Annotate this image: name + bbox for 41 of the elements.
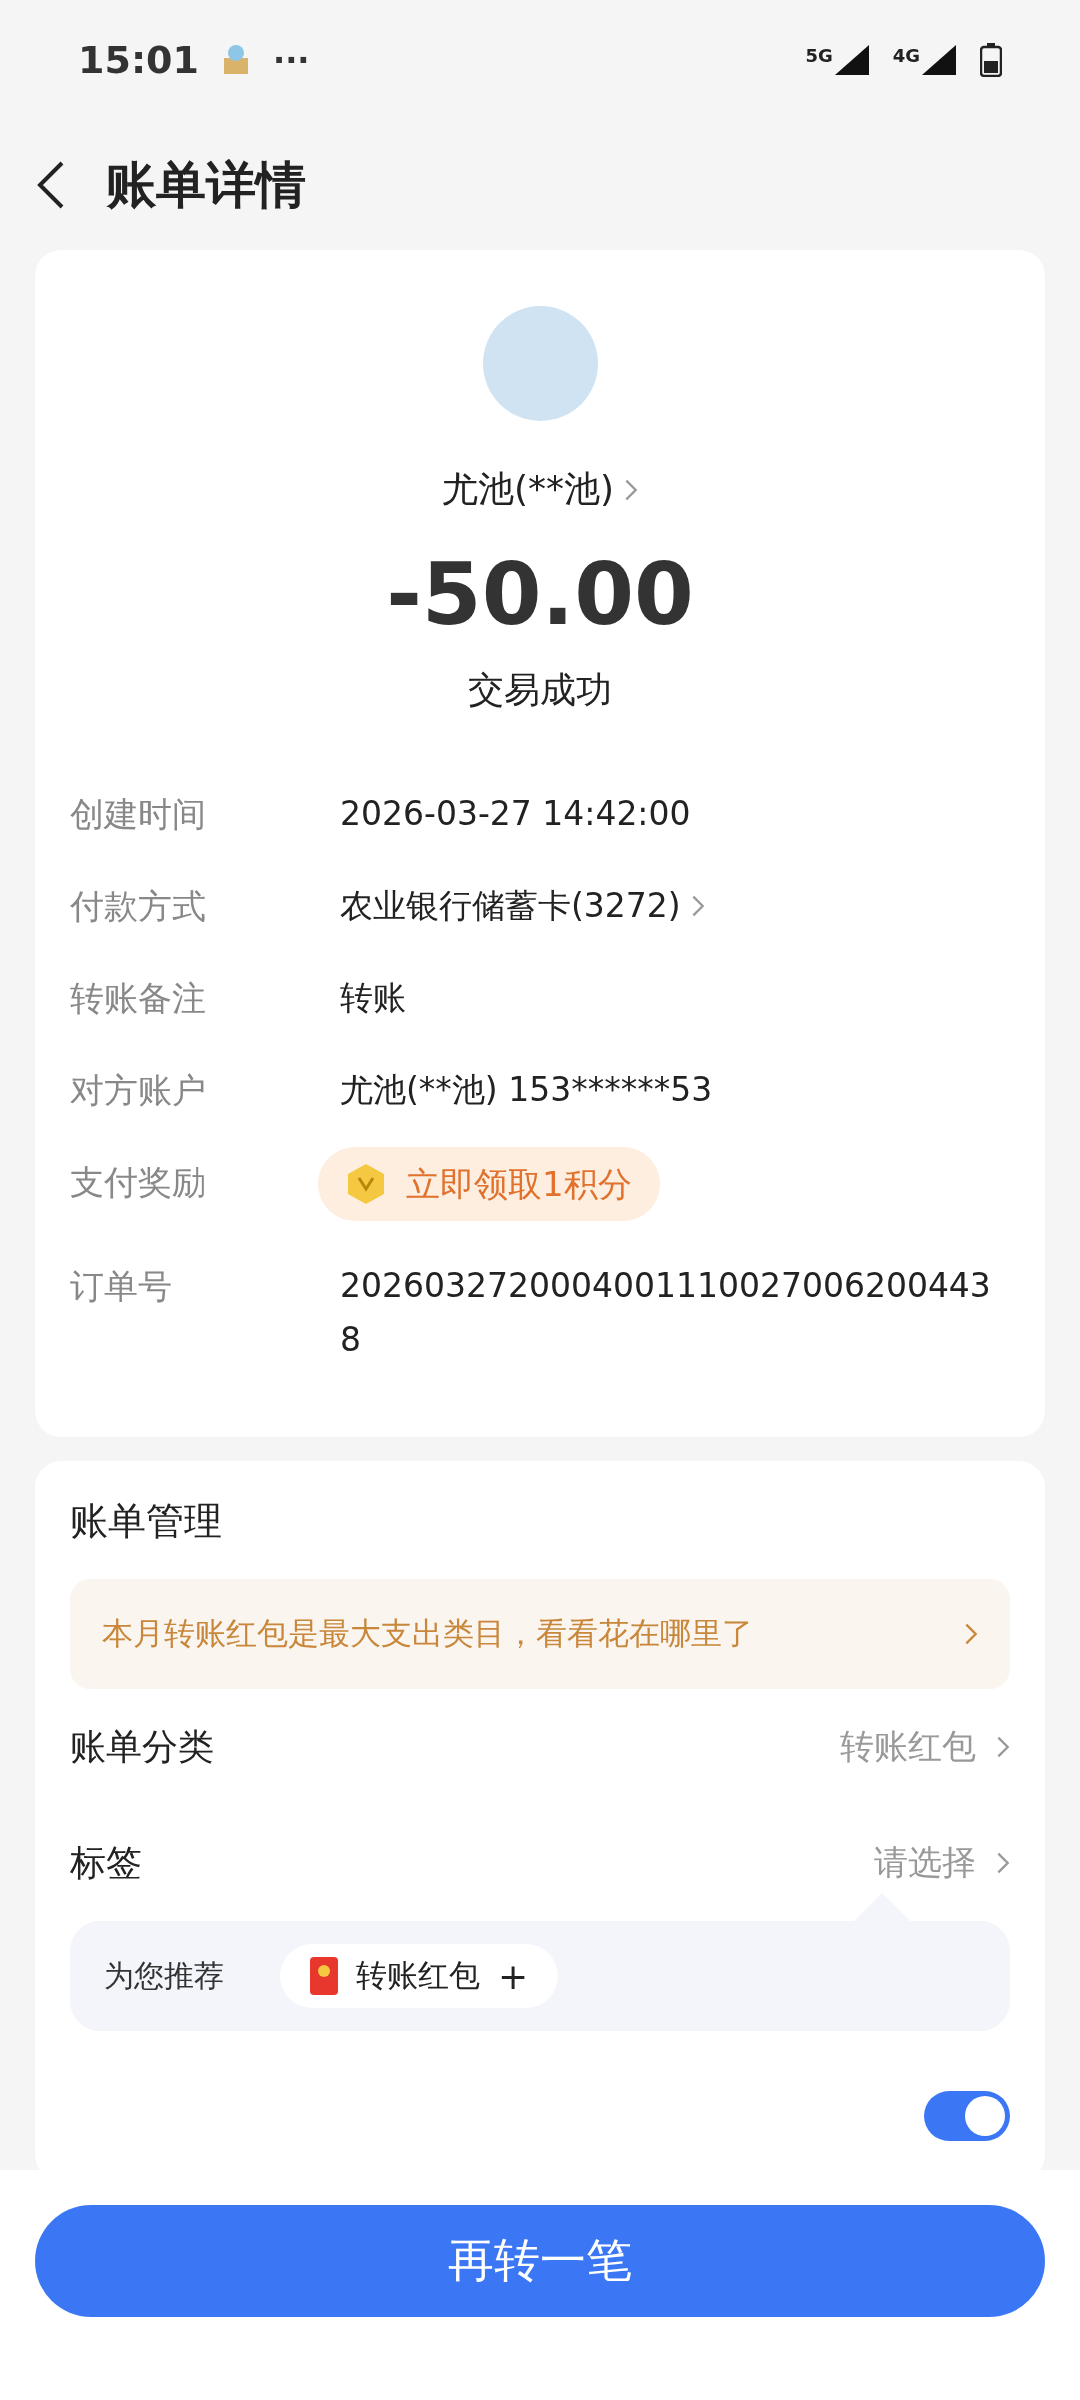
row-label: 账单分类 [70, 1724, 214, 1769]
network-label: 4G [892, 45, 920, 66]
chevron-right-icon [964, 1622, 978, 1646]
battery-icon [980, 43, 1002, 77]
row-label: 标签 [70, 1840, 142, 1885]
detail-value: 尤池(**池) 153******53 [340, 1069, 713, 1111]
envelope-icon [310, 1957, 338, 1995]
row-value[interactable]: 转账红包 [840, 1724, 976, 1770]
detail-label: 对方账户 [70, 1069, 207, 1112]
detail-label: 创建时间 [70, 793, 207, 836]
page-title: 账单详情 [106, 154, 306, 216]
chevron-right-icon [690, 894, 705, 918]
signal-icon [834, 45, 869, 75]
amount: -50.00 [386, 544, 694, 644]
chevron-right-icon [996, 1851, 1010, 1875]
status-time: 15:01 [78, 38, 199, 82]
transaction-status: 交易成功 [468, 668, 612, 712]
network-label: 5G [805, 45, 833, 66]
back-icon[interactable] [36, 160, 66, 210]
detail-label: 付款方式 [70, 885, 207, 928]
transfer-again-button[interactable]: 再转一笔 [35, 2205, 1045, 2317]
toggle-switch[interactable] [924, 2091, 1010, 2141]
chevron-right-icon [996, 1735, 1010, 1759]
detail-value[interactable]: 农业银行储蓄卡(3272) [340, 879, 681, 933]
coin-icon [346, 1163, 386, 1205]
detail-value: 20260327200040011100270062004438 [340, 1265, 992, 1361]
counterparty-name[interactable]: 尤池(**池) [441, 465, 615, 514]
signal-icon [922, 45, 956, 75]
detail-value: 转账 [340, 977, 406, 1019]
chevron-right-icon [624, 477, 639, 502]
more-notifications: ··· [272, 41, 310, 79]
detail-label: 支付奖励 [70, 1161, 207, 1204]
section-title: 账单管理 [70, 1498, 223, 1545]
detail-label: 转账备注 [70, 977, 207, 1020]
recommend-label: 为您推荐 [104, 1956, 224, 1995]
tag-chip[interactable]: 转账红包 + [280, 1944, 559, 2008]
detail-label: 订单号 [70, 1265, 173, 1308]
reward-button[interactable]: 立即领取1积分 [318, 1147, 660, 1221]
row-value[interactable]: 请选择 [874, 1840, 976, 1886]
detail-value: 2026-03-27 14:42:00 [340, 793, 691, 835]
insight-banner[interactable]: 本月转账红包是最大支出类目，看看花在哪里了 [70, 1579, 1010, 1689]
